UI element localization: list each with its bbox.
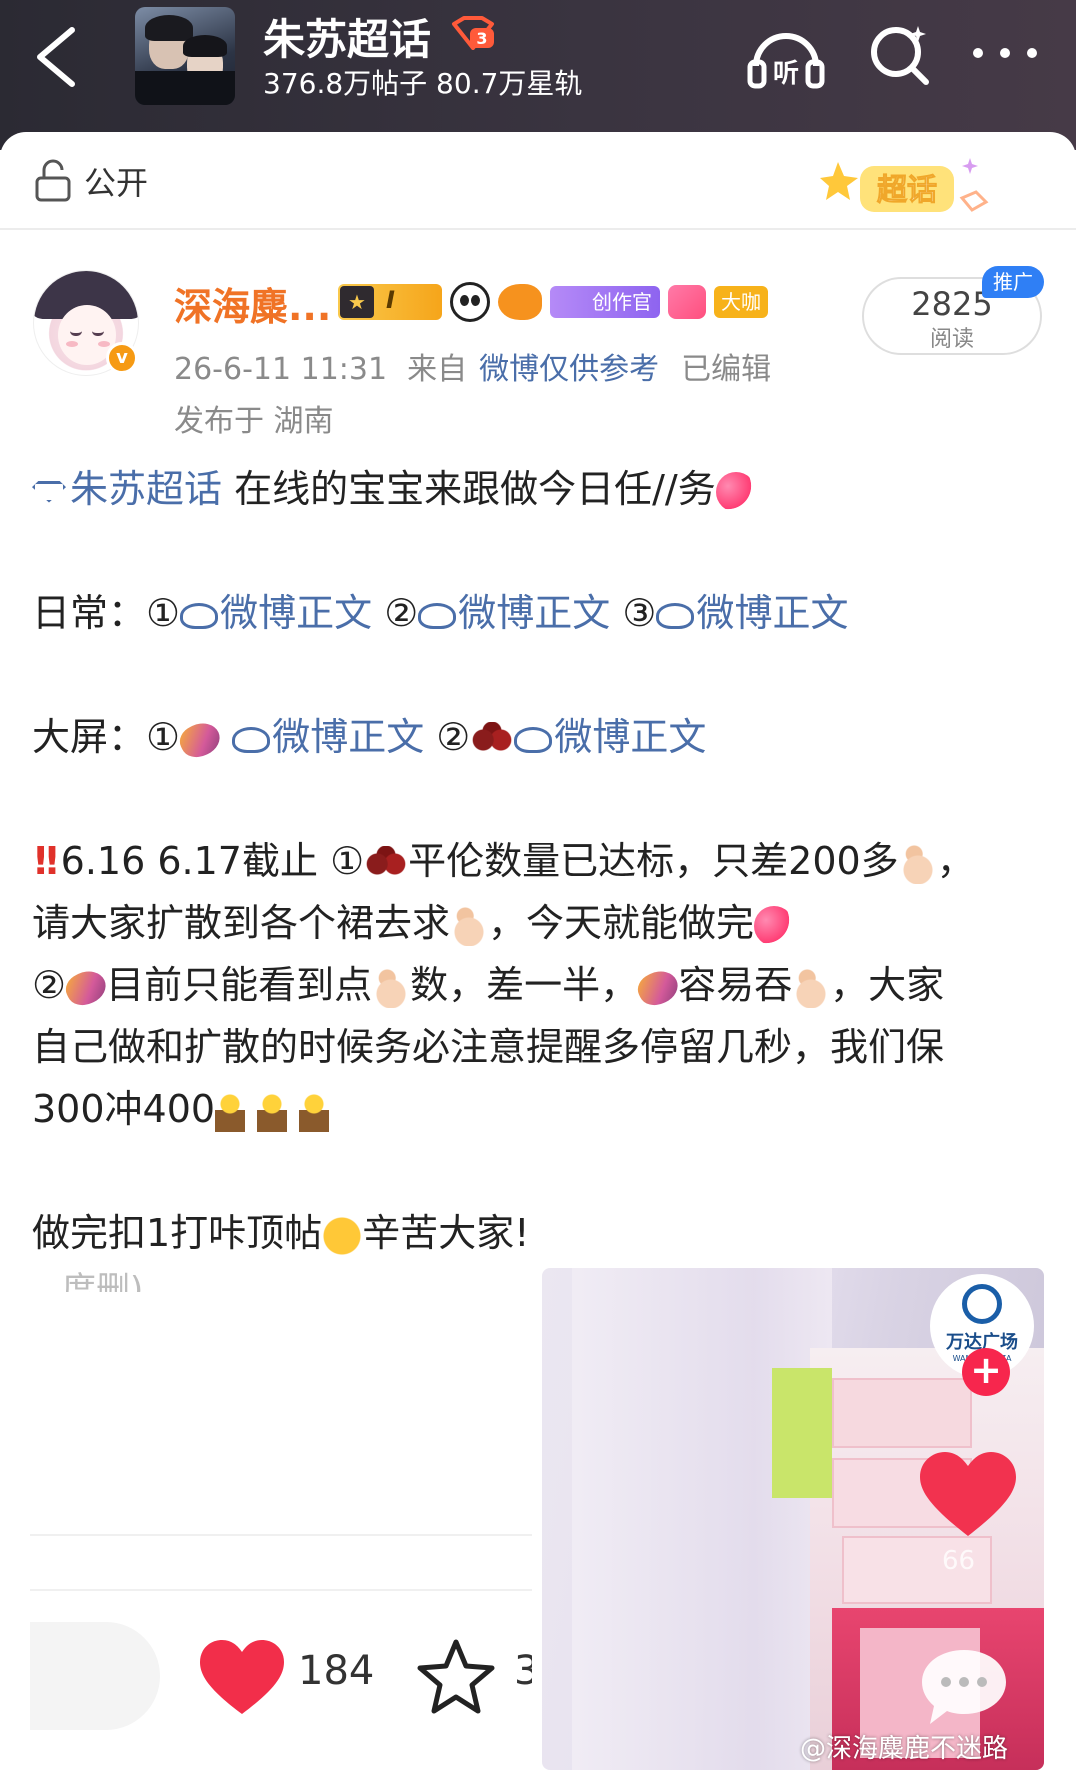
- video-like-icon[interactable]: [920, 1452, 1016, 1538]
- listen-icon[interactable]: 听: [746, 20, 826, 92]
- follow-plus-icon[interactable]: +: [962, 1348, 1010, 1396]
- svg-text:听: 听: [773, 59, 799, 89]
- more-icon[interactable]: [970, 38, 1040, 68]
- video-comment-icon[interactable]: [918, 1646, 1010, 1728]
- weibo-link[interactable]: 微博正文: [656, 591, 848, 635]
- creator-badge[interactable]: 创作官: [550, 286, 660, 318]
- content-line: ② 目前只能看到点 数，差一半， 容易吞 ，大家: [32, 954, 1044, 1016]
- divider: [30, 1589, 532, 1591]
- torch-emoji-icon: [299, 1091, 330, 1132]
- thumbs-up-emoji-icon: [372, 967, 411, 1008]
- promote-badge[interactable]: 推广: [982, 266, 1044, 298]
- content-line: 自己做和扩散的时候务必注意提醒多停留几秒，我们保: [32, 1025, 945, 1069]
- weibo-link[interactable]: 微博正文: [232, 715, 424, 759]
- weibo-link-icon: [180, 602, 219, 629]
- back-icon[interactable]: [28, 22, 84, 92]
- wanda-logo-icon: [962, 1284, 1002, 1324]
- sweet-potato-emoji-icon: [61, 964, 111, 1011]
- vip-level-number: I: [386, 286, 395, 314]
- comment-input[interactable]: [30, 1622, 160, 1730]
- content-line: !! 6.16 6.17截止 ① 平伦数量已达标，只差200多，: [32, 839, 975, 884]
- lock-icon: [35, 159, 71, 202]
- double-exclamation-icon: !!: [32, 839, 61, 883]
- content-line: 朱苏超话 在线的宝宝来跟做今日任//务: [32, 458, 1044, 520]
- super-topic-entry-icon[interactable]: 超话: [820, 152, 990, 224]
- like-icon[interactable]: [200, 1640, 284, 1716]
- username[interactable]: 深海麋...: [174, 276, 331, 331]
- vip-level-badge[interactable]: ★ I: [338, 284, 442, 320]
- svg-text:3: 3: [476, 29, 487, 48]
- top-header: 朱苏超话 3 376.8万帖子 80.7万星轨 听: [0, 0, 1076, 150]
- content-line: 做完扣1打咔顶帖 辛苦大家!: [32, 1211, 530, 1256]
- weibo-link-icon: [656, 602, 695, 629]
- read-label: 阅读: [929, 327, 974, 352]
- video-like-count: 66: [942, 1546, 976, 1576]
- weibo-link-icon: [514, 726, 553, 753]
- svg-text:超话: 超话: [877, 173, 937, 208]
- post-meta: 26-6-11 11:31 来自 微博仅供参考 已编辑: [174, 344, 771, 388]
- thumbs-up-emoji-icon: [792, 967, 831, 1008]
- content-line: 日常：① 微博正文 ② 微博正文 ③ 微博正文: [32, 591, 849, 635]
- crown-icon: ★: [340, 286, 374, 318]
- weibo-link[interactable]: 微博正文: [418, 591, 610, 635]
- source-prefix: 来自: [407, 352, 468, 387]
- faded-text: 度删): [62, 1270, 144, 1292]
- floating-video-player[interactable]: 万达广场 WANDA PLAZA + 66: [542, 1268, 1044, 1770]
- group-title[interactable]: 朱苏超话: [263, 6, 431, 67]
- search-icon[interactable]: [868, 22, 932, 86]
- fish-badge-icon[interactable]: [498, 284, 542, 320]
- torch-emoji-icon: [257, 1091, 288, 1132]
- watermark: @深海麋鹿不迷路: [800, 1734, 1009, 1764]
- super-topic-tag-icon: [32, 480, 66, 503]
- torch-emoji-icon: [215, 1091, 246, 1132]
- verified-badge-icon: v: [106, 342, 138, 374]
- weibo-link[interactable]: 微博正文: [514, 715, 706, 759]
- content-line: 300冲400: [32, 1078, 1044, 1140]
- weibo-link-icon: [232, 726, 271, 753]
- sweet-potato-emoji-icon: [175, 716, 225, 763]
- visibility-label[interactable]: 公开: [84, 158, 148, 204]
- heart-emoji-icon: [754, 905, 795, 946]
- divider: [30, 1534, 532, 1536]
- content-line: 大屏：① 微博正文 ② 微博正文: [32, 706, 1044, 768]
- thumbs-up-emoji-icon: [450, 905, 489, 946]
- daka-badge[interactable]: 大咖: [714, 286, 768, 318]
- post-content: 朱苏超话 在线的宝宝来跟做今日任//务 日常：① 微博正文 ② 微博正文 ③ 微博正文…: [32, 458, 1044, 1264]
- weibo-link[interactable]: 微博正文: [180, 591, 372, 635]
- like-count: 184: [298, 1648, 375, 1694]
- post-timestamp: 26-6-11 11:31: [174, 352, 388, 387]
- panda-badge-icon[interactable]: [450, 282, 490, 322]
- sweet-potato-emoji-icon: [633, 964, 683, 1011]
- star-icon[interactable]: [416, 1636, 496, 1716]
- weibo-link-icon: [418, 602, 457, 629]
- beans-emoji-icon: [470, 721, 515, 758]
- beans-emoji-icon: [364, 845, 409, 882]
- post-source[interactable]: 微博仅供参考: [479, 352, 659, 387]
- heart-emoji-icon: [715, 471, 756, 512]
- super-topic-level-badge-icon: 3: [452, 16, 494, 50]
- thumbs-up-emoji-icon: [898, 843, 937, 884]
- favorite-count: 3: [514, 1648, 532, 1694]
- group-avatar[interactable]: [135, 7, 235, 105]
- hug-emoji-icon: [322, 1215, 363, 1256]
- group-stats: 376.8万帖子 80.7万星轨: [263, 67, 583, 100]
- visibility-bar: 公开 超话: [0, 132, 1076, 230]
- user-badges: ★ I 创作官 大咖: [338, 282, 768, 322]
- topic-link[interactable]: 朱苏超话: [32, 467, 222, 511]
- gem-badge-icon[interactable]: [668, 285, 706, 319]
- post-location: 发布于 湖南: [174, 404, 334, 439]
- edited-label[interactable]: 已编辑: [681, 352, 771, 387]
- content-line: 请大家扩散到各个裙去求 ，今天就能做完: [32, 892, 1044, 954]
